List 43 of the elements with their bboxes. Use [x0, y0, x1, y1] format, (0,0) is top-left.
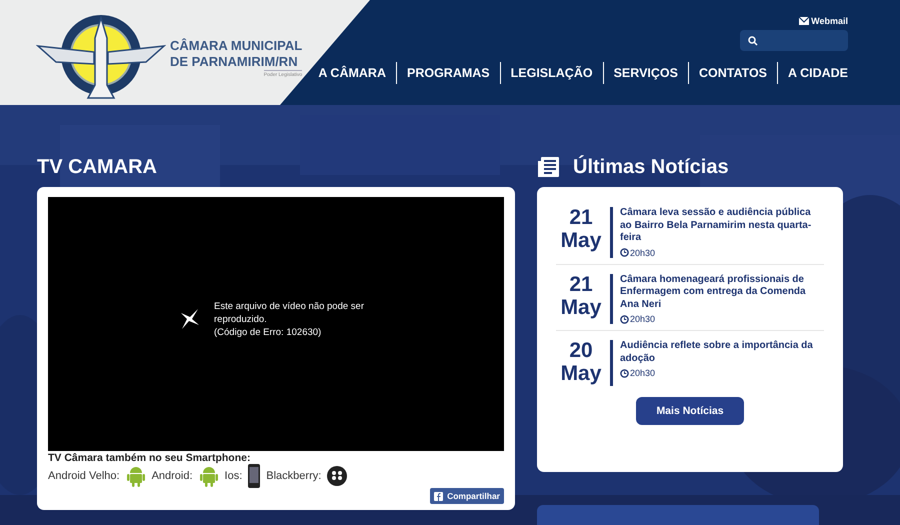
app-label: Android Velho: — [48, 470, 120, 482]
news-time: 20h30 — [630, 314, 656, 324]
app-label: Ios: — [224, 470, 242, 482]
app-label: Android: — [152, 470, 193, 482]
clock-icon — [620, 314, 629, 324]
error-message: Este arquivo de vídeo não pode ser reproduzido. (Código de Erro: 102630) — [214, 300, 364, 338]
nav-link[interactable]: LEGISLAÇÃO — [500, 66, 603, 80]
clock-icon — [620, 248, 629, 257]
nav-link[interactable]: SERVIÇOS — [604, 66, 688, 80]
section-title: Últimas Notícias — [573, 155, 729, 179]
newspaper-icon — [537, 155, 561, 179]
news-month: May — [560, 229, 602, 253]
news-month: May — [560, 296, 602, 320]
facebook-icon — [434, 492, 444, 500]
phone-icon[interactable] — [248, 464, 260, 488]
news-time: 20h30 — [630, 368, 656, 378]
section-title: TV CAMARA — [37, 155, 158, 179]
news-day: 21 — [569, 274, 593, 296]
more-news-button[interactable]: Mais Notícias — [636, 397, 744, 425]
news-headline[interactable]: Câmara leva sessão e audiência pública ao Bairro Bela Parnamirim nesta quarta-feira — [620, 207, 824, 244]
blackberry-icon[interactable] — [327, 466, 348, 486]
nav-link[interactable]: PROGRAMAS — [396, 66, 500, 80]
news-headline[interactable]: Câmara homenageará profissionais de Enfermagem com entrega da Comenda Ana Neri — [620, 274, 824, 311]
share-button[interactable]: Compartilhar — [430, 488, 504, 504]
android-icon[interactable] — [198, 465, 219, 487]
nav-link[interactable]: CONTATOS — [688, 66, 778, 80]
search-field[interactable] — [740, 30, 848, 51]
news-time: 20h30 — [630, 248, 656, 258]
nav-link[interactable]: A CIDADE — [778, 66, 848, 80]
logo-text: DE PARNAMIRIM/RN — [170, 54, 298, 70]
smartphone-heading: TV Câmara também no seu Smartphone: — [48, 452, 252, 464]
logo-text: CÂMARA MUNICIPAL — [170, 38, 302, 54]
news-headline[interactable]: Audiência reflete sobre a importância da adoção — [620, 340, 824, 365]
android-icon[interactable] — [126, 465, 146, 487]
nav-link[interactable]: A CÂMARA — [308, 66, 396, 80]
clock-icon — [620, 368, 629, 378]
news-day: 20 — [569, 340, 593, 362]
news-day: 21 — [569, 207, 593, 229]
news-month: May — [560, 362, 602, 386]
app-label: Blackberry: — [266, 470, 322, 482]
webmail-link[interactable]: Webmail — [799, 16, 848, 26]
mail-icon — [799, 17, 810, 25]
search-icon — [748, 36, 758, 46]
